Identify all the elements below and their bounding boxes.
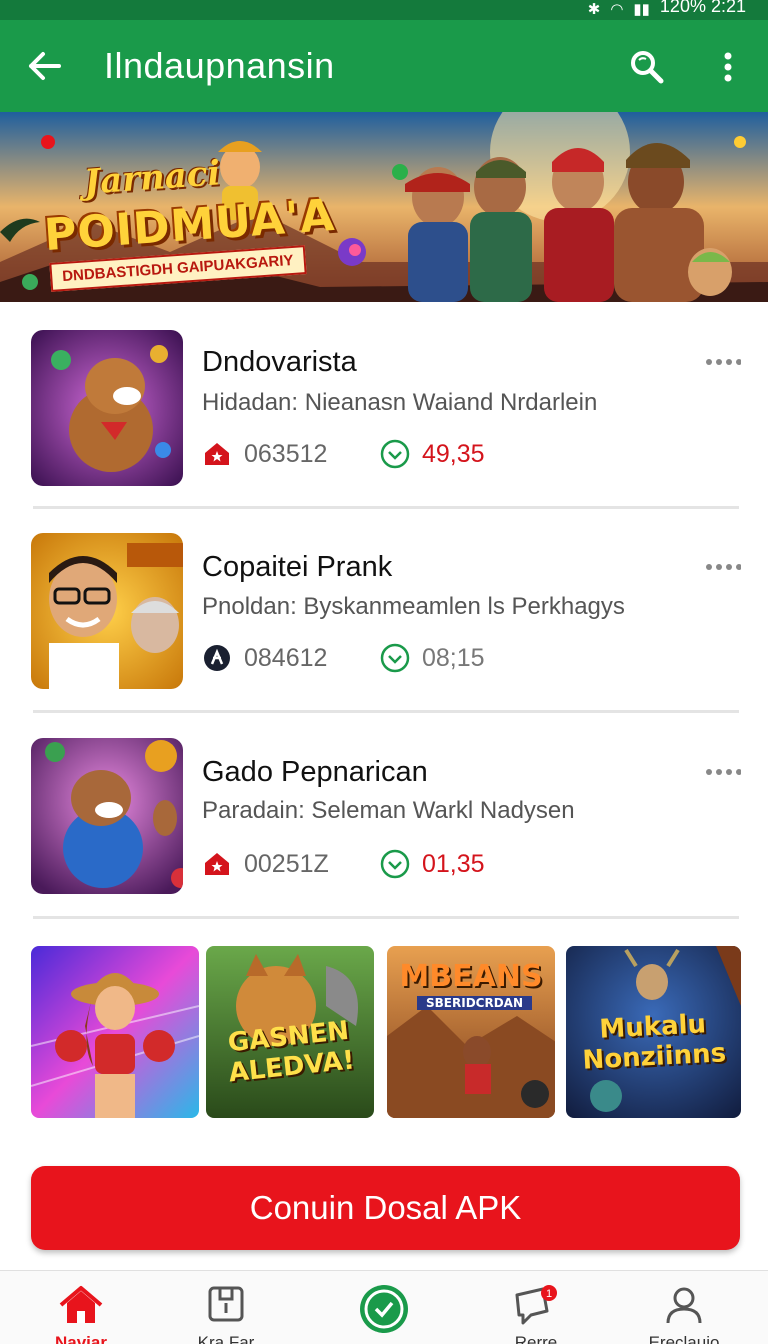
game-tile[interactable]: Mukalu Nonziinns	[566, 946, 741, 1118]
arrow-left-icon	[29, 52, 61, 80]
app-thumbnail[interactable]	[31, 330, 183, 486]
divider	[33, 506, 739, 509]
home-icon	[58, 1285, 104, 1330]
search-button[interactable]	[624, 44, 670, 90]
bluetooth-icon: ✱	[587, 1, 601, 18]
status-text: 120% 2:21	[659, 0, 746, 16]
list-item[interactable]: Dndovarista Hidadan: Nieanasn Waiand Nrd…	[0, 310, 768, 514]
more-vertical-icon	[724, 52, 732, 82]
signal-icon: ▮▮	[633, 1, 650, 18]
nav-label: Ereclaujo	[648, 1333, 720, 1344]
ribbon-icon	[202, 643, 232, 673]
item-more-button[interactable]	[700, 352, 746, 372]
stat-rating: 08;15	[380, 642, 485, 674]
stat-count-value: 063512	[244, 440, 328, 468]
stat-count: 063512	[202, 438, 327, 470]
stat-rating: 49,35	[380, 438, 485, 470]
item-more-button[interactable]	[700, 762, 746, 782]
app-subtitle: Paradain: Seleman Warkl Nadysen	[202, 797, 575, 824]
stat-count-value: 00251Z	[244, 850, 329, 878]
bottom-navigation: Naviar Kra Far 1 Rerre Ereclaujo	[0, 1270, 768, 1344]
nav-item-chat[interactable]: 1 Rerre	[476, 1271, 596, 1344]
nav-item-box[interactable]: Kra Far	[166, 1271, 286, 1344]
back-button[interactable]	[22, 46, 68, 86]
game-tile[interactable]	[31, 946, 199, 1118]
app-thumbnail[interactable]	[31, 533, 183, 689]
check-circle-icon	[380, 439, 410, 469]
app-subtitle: Hidadan: Nieanasn Waiand Nrdarlein	[202, 389, 598, 416]
item-more-button[interactable]	[700, 557, 746, 577]
app-bar: Ilndaupnansin	[0, 20, 768, 112]
check-circle-icon	[380, 643, 410, 673]
check-circle-icon	[358, 1283, 410, 1340]
user-icon	[664, 1285, 704, 1330]
chat-icon: 1	[513, 1285, 559, 1332]
tile-title: MBEANS	[399, 959, 543, 994]
more-options-button[interactable]	[710, 44, 746, 90]
stat-rating-value: 49,35	[422, 440, 485, 468]
more-horizontal-icon	[706, 359, 741, 365]
stat-rating: 01,35	[380, 848, 485, 880]
check-circle-icon	[380, 849, 410, 879]
nav-label: Kra Far	[197, 1333, 255, 1344]
stat-rating-value: 01,35	[422, 850, 485, 878]
chat-badge: 1	[546, 1288, 552, 1300]
promo-banner[interactable]: Jarnaci POIDMUA'A DNDBASTIGDH GAIPUAKGAR…	[0, 112, 768, 302]
tile-title: Mukalu Nonziinns	[581, 1009, 727, 1076]
box-icon	[207, 1285, 245, 1328]
divider	[33, 916, 739, 919]
cowgirl-artwork	[31, 946, 199, 1118]
list-item[interactable]: Copaitei Prank Pnoldan: Byskanmeamlen ls…	[0, 514, 768, 718]
app-title[interactable]: Copaitei Prank	[202, 549, 392, 585]
nav-item-home[interactable]: Naviar	[21, 1271, 141, 1344]
search-icon	[631, 51, 664, 84]
app-screen: ✱ ◠ ▮▮ 120% 2:21 Ilndaupnansin Jarnaci P…	[0, 0, 768, 1344]
nav-label: Naviar	[55, 1333, 107, 1344]
app-thumbnail[interactable]	[31, 738, 183, 894]
nav-item-center[interactable]	[324, 1271, 444, 1344]
nav-item-profile[interactable]: Ereclaujo	[624, 1271, 744, 1344]
app-title[interactable]: Dndovarista	[202, 344, 357, 380]
game-tile[interactable]: GASNEN ALEDVA!	[206, 946, 374, 1118]
more-horizontal-icon	[706, 564, 741, 570]
wifi-icon: ◠	[610, 1, 624, 18]
stat-count: 00251Z	[202, 848, 329, 880]
stat-count: 084612	[202, 642, 327, 674]
bear-artwork	[31, 738, 183, 894]
stat-rating-value: 08;15	[422, 644, 485, 672]
red-home-icon	[202, 439, 232, 469]
stat-count-value: 084612	[244, 644, 328, 672]
divider	[33, 710, 739, 713]
tile-subtitle: SBERIDCRDAN	[417, 996, 532, 1010]
bear-artwork	[31, 330, 183, 486]
prank-artwork	[31, 533, 183, 689]
status-bar: ✱ ◠ ▮▮ 120% 2:21	[0, 0, 768, 20]
more-horizontal-icon	[706, 769, 741, 775]
page-title: Ilndaupnansin	[104, 45, 335, 86]
app-title[interactable]: Gado Pepnarican	[202, 754, 428, 790]
list-item[interactable]: Gado Pepnarican Paradain: Seleman Warkl …	[0, 718, 768, 922]
game-tile[interactable]: MBEANS SBERIDCRDAN	[387, 946, 555, 1118]
app-subtitle: Pnoldan: Byskanmeamlen ls Perkhagys	[202, 593, 625, 620]
game-tiles-row: GASNEN ALEDVA! MBEANS SBERIDCRDAN Mukalu…	[31, 946, 741, 1118]
download-apk-button[interactable]: Conuin Dosal APK	[31, 1166, 740, 1250]
nav-label: Rerre	[514, 1333, 558, 1344]
red-home-icon	[202, 849, 232, 879]
